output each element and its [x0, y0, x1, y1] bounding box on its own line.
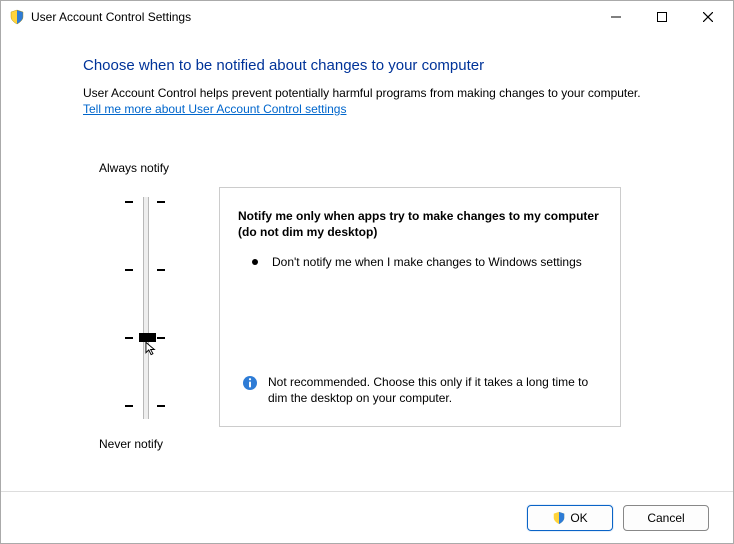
uac-settings-window: User Account Control Settings Choose whe…: [0, 0, 734, 544]
learn-more-link[interactable]: Tell me more about User Account Control …: [83, 102, 346, 116]
level-bullet: Don't notify me when I make changes to W…: [252, 254, 602, 270]
recommendation-text: Not recommended. Choose this only if it …: [268, 374, 602, 406]
page-heading: Choose when to be notified about changes…: [83, 57, 693, 74]
ok-button-label: OK: [570, 511, 587, 525]
level-description-panel: Notify me only when apps try to make cha…: [219, 187, 621, 427]
info-icon: [242, 375, 258, 391]
ok-button[interactable]: OK: [527, 505, 613, 531]
level-title: Notify me only when apps try to make cha…: [238, 208, 602, 240]
cancel-button[interactable]: Cancel: [623, 505, 709, 531]
slider-label-bottom: Never notify: [99, 437, 163, 451]
shield-icon: [9, 9, 25, 25]
shield-icon: [552, 511, 566, 525]
maximize-button[interactable]: [639, 2, 685, 32]
content-area: Choose when to be notified about changes…: [1, 33, 733, 491]
notification-slider: Always notify Never notify: [85, 161, 225, 461]
window-title: User Account Control Settings: [31, 10, 191, 24]
footer: OK Cancel: [1, 491, 733, 543]
close-button[interactable]: [685, 2, 731, 32]
bullet-icon: [252, 259, 258, 265]
minimize-button[interactable]: [593, 2, 639, 32]
cursor-icon: [145, 341, 160, 357]
slider-track[interactable]: [125, 191, 165, 425]
page-description: User Account Control helps prevent poten…: [83, 86, 693, 100]
slider-label-top: Always notify: [99, 161, 169, 175]
recommendation-row: Not recommended. Choose this only if it …: [242, 374, 602, 406]
level-bullet-text: Don't notify me when I make changes to W…: [272, 254, 582, 270]
cancel-button-label: Cancel: [647, 511, 684, 525]
title-bar: User Account Control Settings: [1, 1, 733, 33]
